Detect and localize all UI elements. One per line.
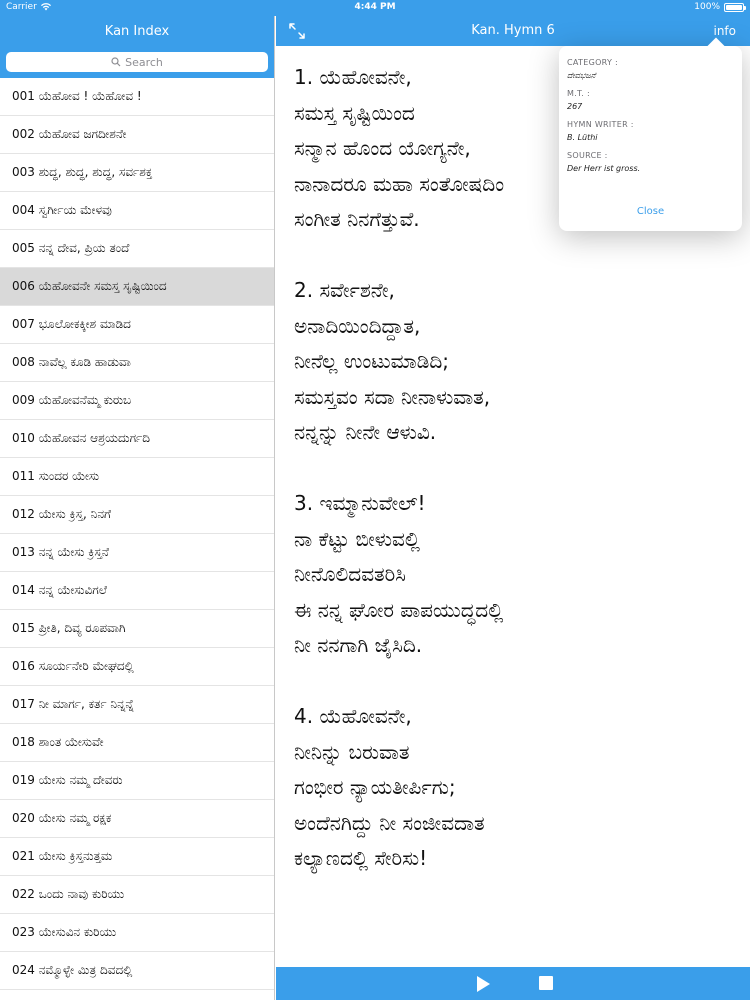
hymn-writer-value: B. Lüthi bbox=[567, 133, 598, 142]
hymn-list-item[interactable]: 016 ಸೂರ್ಯನೇರಿ ಮೇಘದಲ್ಲಿ bbox=[0, 648, 274, 686]
hymn-list-item[interactable]: 009 ಯೆಹೋವನೆಮ್ಮ ಕುರುಬ bbox=[0, 382, 274, 420]
index-pane: Kan Index Search 001 ಯೆಹೋವ ! ಯೆಹೋವ ! 002 … bbox=[0, 16, 275, 1000]
hymn-list-item[interactable]: 003 ಶುದ್ಧ, ಶುದ್ಧ, ಶುದ್ಧ, ಸರ್ವಶಕ್ತ bbox=[0, 154, 274, 192]
index-title: Kan Index bbox=[104, 23, 170, 39]
verse-line: ಕಲ್ಯಾಣದಲ್ಲಿ ಸೇರಿಸು! bbox=[294, 846, 428, 870]
verse-line: ನಾ ಕೆಟ್ಟು ಬೀಳುವಲ್ಲಿ bbox=[294, 526, 420, 551]
hymn-list-item[interactable]: 002 ಯೆಹೋವ ಜಗದೀಶನೇ bbox=[0, 116, 274, 154]
battery-percent: 100% bbox=[694, 2, 720, 12]
hymn-list-item[interactable]: 012 ಯೇಸು ಕ್ರಿಸ್ತ, ನಿನಗೆ bbox=[0, 496, 274, 534]
close-button[interactable]: Close bbox=[559, 206, 742, 217]
verse-line: 2. ಸರ್ವೇಶನೇ, bbox=[294, 278, 395, 302]
verse: 3. ಇಮ್ಮಾನುವೇಲ್! ನಾ ಕೆಟ್ಟು ಬೀಳುವಲ್ಲಿ ನೀನೊಲಿ… bbox=[294, 486, 744, 664]
status-bar: Carrier 4:44 PM 100% bbox=[0, 0, 750, 16]
mt-value: 267 bbox=[567, 102, 583, 111]
detail-header: Kan. Hymn 6 info bbox=[276, 16, 750, 46]
verse-line: ಗಂಭೀರ ನ್ಯಾಯತೀರ್ಪಿಗು; bbox=[294, 775, 456, 799]
hymn-list-item[interactable]: 020 ಯೇಸು ನಮ್ಮ ರಕ್ಷಕ bbox=[0, 800, 274, 838]
stop-icon[interactable] bbox=[539, 976, 553, 990]
category-value: ದೇವಭಜನೆ bbox=[567, 71, 596, 80]
source-value: Der Herr ist gross. bbox=[567, 164, 641, 173]
hymn-list: 001 ಯೆಹೋವ ! ಯೆಹೋವ ! 002 ಯೆಹೋವ ಜಗದೀಶನೇ 003 … bbox=[0, 78, 274, 990]
verse-line: ನೀನೊಲಿದವತರಿಸಿ bbox=[294, 562, 406, 586]
hymn-list-item[interactable]: 013 ನನ್ನ ಯೇಸು ಕ್ರಿಸ್ತನೆ bbox=[0, 534, 274, 572]
verse-line: ಅಂದೆನಗಿದ್ದು ನೀ ಸಂಜೀವದಾತ bbox=[294, 810, 485, 835]
hymn-writer-label: HYMN WRITER : bbox=[567, 120, 634, 129]
hymn-list-item[interactable]: 006 ಯೆಹೋವನೇ ಸಮಸ್ತ ಸೃಷ್ಟಿಯಿಂದ bbox=[0, 268, 274, 306]
hymn-list-item[interactable]: 014 ನನ್ನ ಯೇಸುವಿಗಲೆ bbox=[0, 572, 274, 610]
category-label: CATEGORY : bbox=[567, 58, 619, 67]
play-icon[interactable] bbox=[477, 976, 490, 992]
battery-icon bbox=[724, 2, 746, 12]
hymn-list-item[interactable]: 021 ಯೇಸು ಕ್ರಿಸ್ತನುತ್ತಮ bbox=[0, 838, 274, 876]
verse: 4. ಯೆಹೋವನೇ, ನೀನಿನ್ನು ಬರುವಾತ ಗಂಭೀರ ನ್ಯಾಯತೀರ… bbox=[294, 699, 744, 877]
mt-label: M.T. : bbox=[567, 89, 590, 98]
hymn-list-item[interactable]: 008 ನಾವೆಲ್ಲ ಕೂಡಿ ಹಾಡುವಾ bbox=[0, 344, 274, 382]
hymn-list-item[interactable]: 024 ನಮ್ಮೊಳ್ಳೇ ಮಿತ್ರ ದಿವದಲ್ಲಿ bbox=[0, 952, 274, 990]
verse-line: ಈ ನನ್ನ ಘೋರ ಪಾಪಯುದ್ಧದಲ್ಲಿ bbox=[294, 597, 504, 622]
search-bar: Search bbox=[0, 46, 274, 78]
index-header: Kan Index bbox=[0, 16, 274, 46]
clock: 4:44 PM bbox=[354, 2, 396, 12]
hymn-list-item[interactable]: 005 ನನ್ನ ದೇವ, ಪ್ರಿಯ ತಂದೆ bbox=[0, 230, 274, 268]
verse-line: ಅನಾದಿಯಿಂದಿದ್ದಾತ, bbox=[294, 313, 421, 338]
verse-line: ನೀನೆಲ್ಲ ಉಂಟುಮಾಡಿದಿ; bbox=[294, 349, 449, 373]
verse-line: ನನ್ನನ್ನು ನೀನೇ ಆಳುವಿ. bbox=[294, 420, 437, 444]
hymn-list-item[interactable]: 022 ಒಂದು ನಾವು ಕುರಿಯು bbox=[0, 876, 274, 914]
search-placeholder: Search bbox=[125, 55, 163, 69]
search-icon bbox=[111, 57, 121, 67]
hymn-list-item[interactable]: 019 ಯೇಸು ನಮ್ಮ ದೇವರು bbox=[0, 762, 274, 800]
hymn-title: Kan. Hymn 6 bbox=[471, 23, 555, 38]
hymn-list-item[interactable]: 023 ಯೇಸುವಿನ ಕುರಿಯು bbox=[0, 914, 274, 952]
hymn-list-item[interactable]: 007 ಭೂಲೋಕಕ್ಕೀಶ ಮಾಡಿದ bbox=[0, 306, 274, 344]
hymn-list-item[interactable]: 017 ನೀ ಮಾರ್ಗ, ಕರ್ತ ನಿನ್ನನ್ನೆ bbox=[0, 686, 274, 724]
verse-line: 3. ಇಮ್ಮಾನುವೇಲ್! bbox=[294, 491, 426, 515]
verse-line: ಸಮಸ್ತವಂ ಸದಾ ನೀನಾಳುವಾತ, bbox=[294, 384, 491, 409]
verse-line: ನೀನಿನ್ನು ಬರುವಾತ bbox=[294, 739, 410, 764]
hymn-list-item[interactable]: 018 ಶಾಂತ ಯೇಸುವೇ bbox=[0, 724, 274, 762]
search-input[interactable]: Search bbox=[6, 52, 268, 72]
hymn-list-item[interactable]: 001 ಯೆಹೋವ ! ಯೆಹೋವ ! bbox=[0, 78, 274, 116]
verse-line: ನೀ ನನಗಾಗಿ ಜೈಸಿದಿ. bbox=[294, 633, 423, 657]
battery-indicator: 100% bbox=[694, 2, 746, 12]
hymn-list-item[interactable]: 011 ಸುಂದರ ಯೇಸು bbox=[0, 458, 274, 496]
verse: 2. ಸರ್ವೇಶನೇ, ಅನಾದಿಯಿಂದಿದ್ದಾತ, ನೀನೆಲ್ಲ ಉಂಟು… bbox=[294, 273, 744, 451]
playback-toolbar bbox=[276, 967, 750, 1000]
hymn-list-item[interactable]: 004 ಸ್ವರ್ಗೀಯ ಮೇಳವು bbox=[0, 192, 274, 230]
verse-line: 4. ಯೆಹೋವನೇ, bbox=[294, 704, 412, 728]
source-label: SOURCE : bbox=[567, 151, 608, 160]
info-popover: CATEGORY : ದೇವಭಜನೆ M.T. : 267 HYMN WRITE… bbox=[559, 46, 742, 231]
hymn-list-item[interactable]: 010 ಯೆಹೋವನ ಆಶ್ರಯದುರ್ಗದಿ bbox=[0, 420, 274, 458]
hymn-list-item[interactable]: 015 ಪ್ರೀತಿ, ದಿವ್ಯ ರೂಪವಾಗಿ bbox=[0, 610, 274, 648]
